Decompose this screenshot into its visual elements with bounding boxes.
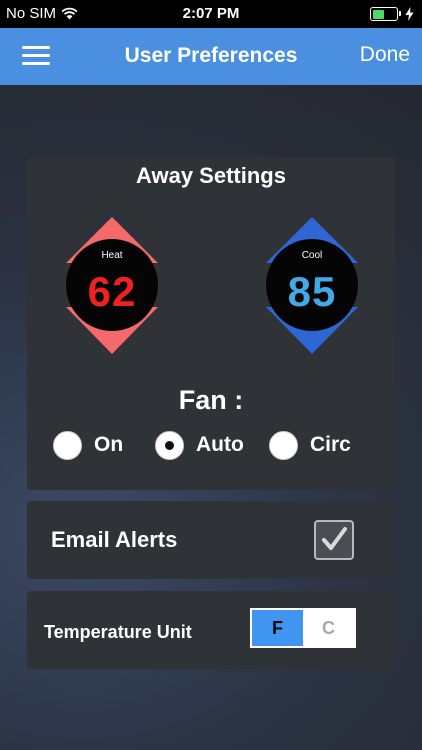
hamburger-menu-icon[interactable] [22, 45, 50, 67]
status-time: 2:07 PM [182, 5, 240, 22]
fan-auto-radio[interactable] [155, 430, 184, 460]
fan-on-label: On [94, 433, 124, 456]
checkmark-icon [322, 527, 347, 550]
heat-label: Heat [101, 250, 123, 261]
fan-on-radio[interactable] [53, 430, 82, 460]
email-alerts-label: Email Alerts [51, 527, 178, 552]
away-settings-title: Away Settings [136, 163, 286, 188]
email-alerts-card: Email Alerts [27, 501, 395, 579]
fan-auto-label: Auto [196, 433, 244, 456]
done-button[interactable]: Done [360, 43, 410, 67]
fan-circ-radio[interactable] [269, 430, 298, 460]
fan-circ-label: Circ [310, 433, 351, 456]
email-alerts-checkbox[interactable] [314, 520, 354, 560]
status-bar: No SIM 2:07 PM [0, 0, 422, 28]
fan-title: Fan : [178, 385, 244, 415]
unit-c-segment[interactable]: C [303, 610, 354, 646]
battery-icon [370, 7, 401, 21]
unit-f-segment[interactable]: F [252, 610, 303, 646]
page-title: User Preferences [124, 44, 298, 67]
battery-group [370, 7, 414, 21]
temperature-unit-card: Temperature Unit F C [27, 591, 395, 669]
cool-value: 85 [287, 268, 337, 315]
fan-option-on[interactable]: On [53, 429, 123, 461]
temperature-unit-label: Temperature Unit [44, 622, 192, 642]
fan-option-auto[interactable]: Auto [155, 429, 244, 461]
navigation-bar: User Preferences Done [0, 28, 422, 85]
fan-option-circ[interactable]: Circ [269, 429, 351, 461]
cool-label: Cool [301, 250, 323, 261]
away-settings-card: Away Settings Heat 62 Cool 85 Fan : On A… [27, 157, 395, 490]
charging-bolt-icon [405, 7, 414, 21]
heat-value: 62 [87, 268, 137, 315]
cool-setpoint-dial[interactable]: Cool 85 [264, 217, 360, 357]
heat-setpoint-dial[interactable]: Heat 62 [64, 217, 160, 357]
temperature-unit-toggle[interactable]: F C [250, 608, 356, 648]
